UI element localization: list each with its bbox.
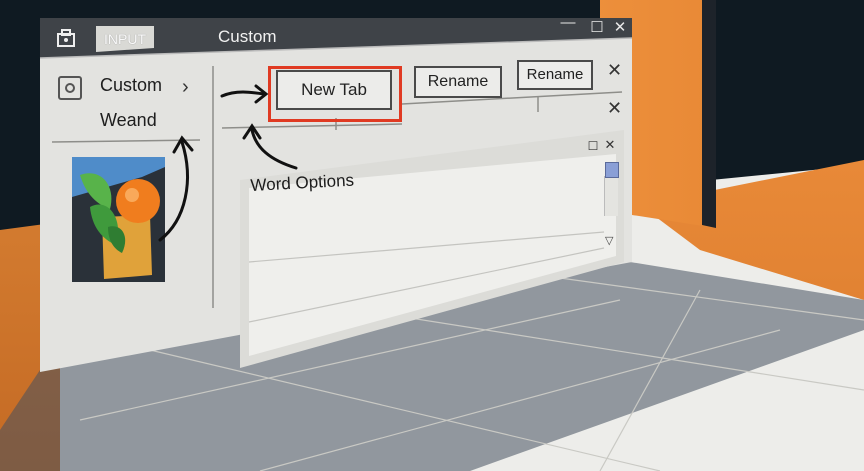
scroll-down-icon[interactable]: ▽	[605, 234, 613, 247]
dialog-lines	[248, 231, 605, 323]
maximize-icon[interactable]: ☐	[585, 139, 601, 153]
scrollbar-track[interactable]	[604, 176, 618, 216]
scrollbar-thumb[interactable]	[605, 162, 619, 178]
close-icon[interactable]: ✕	[602, 137, 618, 153]
